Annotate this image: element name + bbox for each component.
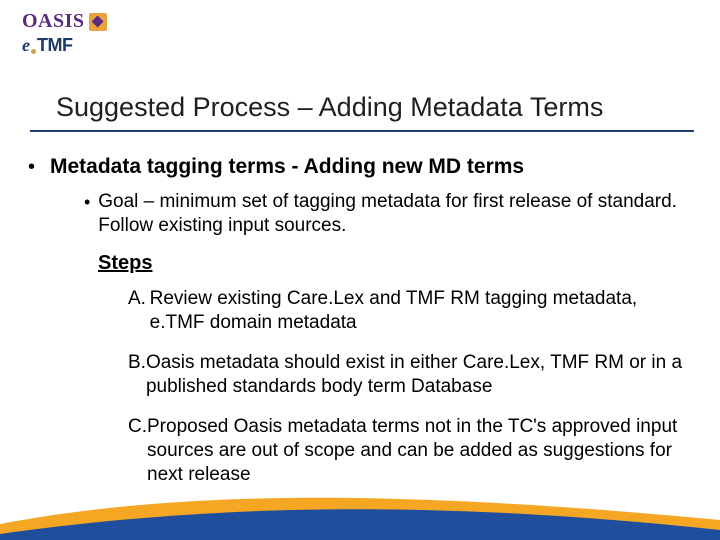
etmf-dot-icon [31, 49, 36, 54]
step-item: C. Proposed Oasis metadata terms not in … [128, 415, 690, 487]
bullet-marker: • [28, 154, 50, 180]
step-text: Proposed Oasis metadata terms not in the… [147, 415, 690, 487]
step-letter: C. [128, 415, 147, 487]
etmf-tmf: TMF [37, 35, 72, 56]
oasis-text: OASIS [22, 10, 85, 33]
step-text: Review existing Care.Lex and TMF RM tagg… [150, 287, 690, 335]
content-area: • Metadata tagging terms - Adding new MD… [28, 154, 690, 503]
bullet-level1: • Metadata tagging terms - Adding new MD… [28, 154, 690, 180]
oasis-badge-icon [89, 13, 107, 31]
step-letter: B. [128, 351, 146, 399]
bullet-level2: • Goal – minimum set of tagging metadata… [84, 190, 690, 238]
slide-title: Suggested Process – Adding Metadata Term… [56, 92, 690, 123]
step-text: Oasis metadata should exist in either Ca… [146, 351, 690, 399]
steps-heading: Steps [98, 252, 690, 275]
bullet-marker: • [84, 190, 98, 238]
step-item: B. Oasis metadata should exist in either… [128, 351, 690, 399]
title-rule [30, 130, 694, 132]
slide: OASIS e TMF Suggested Process – Adding M… [0, 0, 720, 540]
etmf-e: e [22, 35, 30, 56]
bullet-text: Metadata tagging terms - Adding new MD t… [50, 154, 524, 180]
oasis-logo: OASIS [22, 10, 107, 33]
bullet-text: Goal – minimum set of tagging metadata f… [98, 190, 690, 238]
logo-block: OASIS e TMF [22, 10, 107, 56]
step-letter: A. [128, 287, 150, 335]
etmf-logo: e TMF [22, 35, 107, 56]
step-item: A. Review existing Care.Lex and TMF RM t… [128, 287, 690, 335]
